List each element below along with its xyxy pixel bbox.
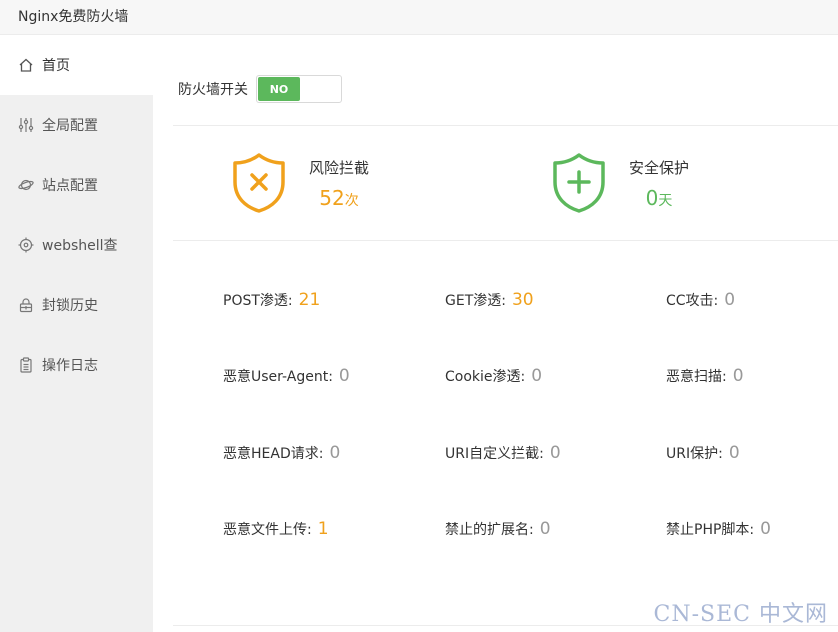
- metric-value: 0: [732, 366, 744, 386]
- firewall-toggle-state: NO: [258, 77, 300, 101]
- metric-cookie-penetration: Cookie渗透: 0: [445, 366, 542, 386]
- metric-post-penetration: POST渗透: 21: [223, 290, 320, 310]
- sidebar-item-label: 首页: [42, 58, 70, 74]
- risk-intercept-label: 风险拦截: [309, 158, 370, 177]
- title-bar: Nginx免费防火墙: [0, 0, 838, 35]
- risk-intercept-card: 风险拦截 52次: [231, 152, 369, 214]
- planet-icon: [18, 177, 34, 193]
- risk-intercept-count: 52: [319, 185, 345, 210]
- crosshair-icon: [18, 237, 34, 253]
- watermark: CN-SEC 中文网: [653, 602, 828, 627]
- metric-cc-attack: CC攻击: 0: [666, 290, 735, 310]
- safe-protection-value: 0天: [629, 186, 689, 210]
- shield-warning-icon: [233, 153, 285, 213]
- safe-protection-card: 安全保护 0天: [551, 152, 689, 214]
- metric-value: 0: [531, 366, 543, 386]
- risk-intercept-unit: 次: [344, 192, 359, 209]
- divider: [173, 125, 838, 126]
- metric-label: 恶意文件上传:: [223, 522, 312, 538]
- firewall-switch-row: 防火墙开关 NO: [178, 75, 342, 103]
- metric-label: Cookie渗透:: [445, 369, 526, 385]
- sidebar-item-webshell[interactable]: webshell查: [0, 215, 153, 275]
- metric-forbidden-extension: 禁止的扩展名: 0: [445, 519, 551, 539]
- metric-value: 0: [338, 366, 350, 386]
- metric-value: 0: [724, 290, 736, 310]
- metric-label: URI自定义拦截:: [445, 446, 544, 462]
- sidebar: 首页 全局配置 站点配置 webshell查 封锁历史 操作日志: [0, 35, 153, 632]
- shield-plus-icon: [553, 153, 605, 213]
- metric-value: 0: [539, 519, 551, 539]
- safe-protection-unit: 天: [658, 192, 673, 209]
- metric-label: URI保护:: [666, 446, 723, 462]
- metric-value: 0: [760, 519, 771, 539]
- safe-protection-count: 0: [645, 185, 659, 210]
- sidebar-item-label: 封锁历史: [42, 298, 98, 314]
- sidebar-item-operation-log[interactable]: 操作日志: [0, 335, 153, 395]
- metric-label: 禁止的扩展名:: [445, 522, 534, 538]
- main-content: 防火墙开关 NO 风险拦截 52次 安全保护 0天 POST渗透: 21 GET…: [153, 35, 838, 632]
- sidebar-item-label: 全局配置: [42, 118, 98, 134]
- metric-value: 21: [298, 290, 321, 310]
- risk-intercept-value: 52次: [309, 186, 369, 210]
- metric-label: GET渗透:: [445, 293, 506, 309]
- sidebar-item-label: 操作日志: [42, 358, 98, 374]
- metric-value: 0: [549, 443, 561, 463]
- metric-label: POST渗透:: [223, 293, 293, 309]
- metric-value: 30: [511, 290, 534, 310]
- metric-uri-protection: URI保护: 0: [666, 443, 740, 463]
- metric-value: 0: [728, 443, 740, 463]
- metric-malicious-user-agent: 恶意User-Agent: 0: [223, 366, 350, 386]
- metric-get-penetration: GET渗透: 30: [445, 290, 534, 310]
- sidebar-item-global-config[interactable]: 全局配置: [0, 95, 153, 155]
- clipboard-icon: [18, 357, 34, 373]
- metric-malicious-scan: 恶意扫描: 0: [666, 366, 744, 386]
- metric-label: 恶意HEAD请求:: [223, 446, 324, 462]
- safe-protection-label: 安全保护: [629, 158, 690, 177]
- divider: [173, 240, 838, 241]
- metric-label: CC攻击:: [666, 293, 719, 309]
- home-icon: [18, 57, 34, 73]
- metric-malicious-upload: 恶意文件上传: 1: [223, 519, 329, 539]
- metric-label: 恶意User-Agent:: [223, 369, 333, 385]
- firewall-toggle[interactable]: NO: [256, 75, 342, 103]
- sidebar-item-site-config[interactable]: 站点配置: [0, 155, 153, 215]
- metric-label: 恶意扫描:: [666, 369, 727, 385]
- metric-forbidden-php: 禁止PHP脚本: 0: [666, 519, 771, 539]
- metric-value: 0: [329, 443, 341, 463]
- app-title: Nginx免费防火墙: [18, 9, 129, 25]
- firewall-switch-label: 防火墙开关: [178, 82, 248, 98]
- lock-icon: [18, 297, 34, 313]
- sidebar-item-home[interactable]: 首页: [0, 35, 153, 95]
- metric-label: 禁止PHP脚本:: [666, 522, 755, 538]
- metric-value: 1: [317, 519, 329, 539]
- metric-uri-custom-intercept: URI自定义拦截: 0: [445, 443, 561, 463]
- metric-malicious-head-request: 恶意HEAD请求: 0: [223, 443, 340, 463]
- sidebar-item-label: 站点配置: [42, 178, 98, 194]
- sidebar-item-block-history[interactable]: 封锁历史: [0, 275, 153, 335]
- sidebar-item-label: webshell查: [42, 238, 118, 254]
- sliders-icon: [18, 117, 34, 133]
